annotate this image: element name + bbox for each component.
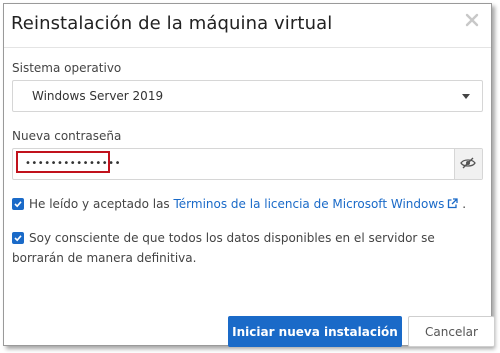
os-label: Sistema operativo xyxy=(12,61,122,75)
close-button[interactable] xyxy=(465,12,479,27)
dialog-title: Reinstalación de la máquina virtual xyxy=(11,13,333,34)
os-select[interactable]: Windows Server 2019 xyxy=(12,80,483,112)
terms-checkbox[interactable] xyxy=(12,198,24,210)
chevron-down-icon xyxy=(462,94,470,99)
terms-text: He leído y aceptado las Términos de la l… xyxy=(29,194,484,214)
close-icon xyxy=(465,13,479,27)
start-installation-button[interactable]: Iniciar nueva instalación xyxy=(228,316,402,347)
checkmark-icon xyxy=(14,201,22,208)
password-field: ••••••••••••••• xyxy=(12,148,483,180)
eye-slash-icon xyxy=(460,157,476,169)
data-deletion-text: Soy consciente de que todos los datos di… xyxy=(12,231,435,265)
header-divider xyxy=(4,47,491,48)
os-select-value: Windows Server 2019 xyxy=(32,89,164,103)
toggle-password-visibility-button[interactable] xyxy=(454,149,482,179)
password-label: Nueva contraseña xyxy=(12,129,122,143)
cancel-button[interactable]: Cancelar xyxy=(408,316,495,347)
external-link-icon xyxy=(448,198,459,209)
license-terms-link[interactable]: Términos de la licencia de Microsoft Win… xyxy=(174,197,445,211)
terms-text-before: He leído y aceptado las xyxy=(29,197,174,211)
terms-text-after: . xyxy=(458,197,467,211)
reinstall-dialog: Reinstalación de la máquina virtual Sist… xyxy=(3,3,495,347)
password-input[interactable]: ••••••••••••••• xyxy=(13,149,455,179)
